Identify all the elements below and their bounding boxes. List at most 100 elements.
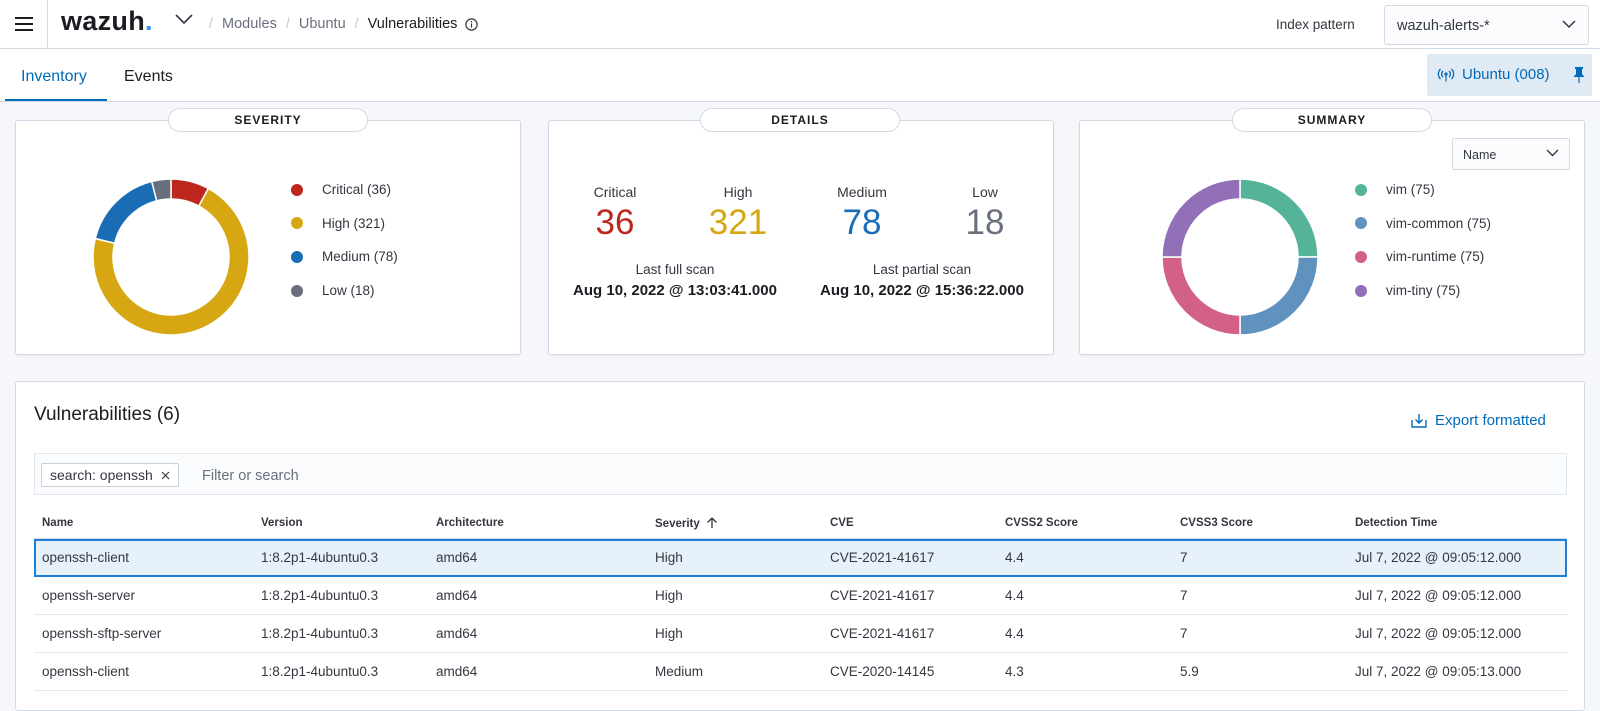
cell-name: openssh-client [34,538,253,577]
filter-search-input[interactable] [200,462,804,490]
filter-pill-label: search: openssh [50,467,153,483]
filter-pill[interactable]: search: openssh [41,463,179,487]
legend-swatch [291,284,303,297]
cell-cve: CVE-2020-14145 [822,652,997,691]
chevron-down-icon[interactable] [175,14,193,25]
legend-item-vim-common[interactable]: vim-common (75) [1355,207,1491,241]
donut-slice-vim-tiny[interactable] [1161,178,1241,258]
legend-item-critical[interactable]: Critical (36) [291,173,398,207]
legend-label: vim-tiny (75) [1386,283,1461,299]
cell-architecture: amd64 [428,652,647,691]
tab-inventory[interactable]: Inventory [21,68,87,86]
chevron-down-icon [1546,149,1559,157]
cell-cve: CVE-2021-41617 [822,576,997,615]
summary-legend: vim (75) vim-common (75) vim-runtime (75) v… [1355,173,1491,307]
details-critical: Critical 36 [560,184,670,243]
cell-cvss2-score: 4.4 [997,614,1172,653]
column-header-label: CVE [830,517,854,529]
last-full-scan: Last full scan Aug 10, 2022 @ 13:03:41.0… [560,262,790,299]
info-icon[interactable] [465,17,479,31]
cell-version: 1:8.2p1-4ubuntu0.3 [253,614,428,653]
column-header-detection-time[interactable]: Detection Time [1347,508,1567,539]
legend-item-high[interactable]: High (321) [291,207,398,241]
summary-field-select[interactable]: Name [1452,138,1570,170]
cell-architecture: amd64 [428,614,647,653]
vulnerabilities-panel: Vulnerabilities (6) Export formatted sea… [15,381,1585,711]
column-header-label: CVSS3 Score [1180,517,1253,529]
cell-cvss3-score: 7 [1172,614,1347,653]
column-header-cvss3-score[interactable]: CVSS3 Score [1172,508,1347,539]
cell-cve: CVE-2021-41617 [822,614,997,653]
menu-toggle-button[interactable] [0,0,48,48]
column-header-version[interactable]: Version [253,508,428,539]
cell-name: openssh-server [34,576,253,615]
cell-severity: Medium [647,652,822,691]
legend-item-vim-tiny[interactable]: vim-tiny (75) [1355,274,1491,308]
medium-label: Medium [837,184,887,200]
details-panel: Critical 36 High 321 Medium 78 Low 18 La… [548,120,1054,355]
last-full-scan-label: Last full scan [635,262,715,277]
agent-label: Ubuntu (008) [1462,66,1550,83]
medium-count: 78 [842,203,882,242]
legend-item-vim-runtime[interactable]: vim-runtime (75) [1355,240,1491,274]
sort-ascending-icon[interactable] [706,516,718,529]
agent-button[interactable]: Ubuntu (008) [1427,54,1592,96]
cell-detection-time: Jul 7, 2022 @ 09:05:13.000 [1347,652,1567,691]
tab-events[interactable]: Events [124,68,173,86]
summary-donut-chart [1161,178,1319,336]
column-header-label: Severity [655,517,700,530]
breadcrumb-modules[interactable]: Modules [222,16,277,32]
low-label: Low [972,184,998,200]
donut-slice-vim[interactable] [1239,178,1319,258]
column-header-label: Detection Time [1355,517,1438,529]
search-bar: search: openssh [34,453,1567,495]
severity-panel: Critical (36) High (321) Medium (78) Low (1… [15,120,521,355]
donut-slice-vim-common[interactable] [1239,256,1319,336]
column-header-label: CVSS2 Score [1005,517,1078,529]
column-header-label: Version [261,517,303,529]
column-header-label: Name [42,517,74,529]
column-header-architecture[interactable]: Architecture [428,508,647,539]
legend-item-vim[interactable]: vim (75) [1355,173,1491,207]
severity-panel-title: SEVERITY [168,108,368,132]
severity-legend: Critical (36) High (321) Medium (78) Low (1… [291,173,398,307]
low-count: 18 [965,203,1005,242]
breadcrumb-separator: / [209,16,214,32]
table-row[interactable]: openssh-client 1:8.2p1-4ubuntu0.3 amd64 Hig… [34,538,1567,577]
legend-item-low[interactable]: Low (18) [291,274,398,308]
cell-cvss2-score: 4.4 [997,538,1172,577]
vulnerabilities-table: Name Version Architecture Severity CVE CVSS2 … [34,508,1567,691]
details-low: Low 18 [930,184,1040,243]
table-row[interactable]: openssh-sftp-server 1:8.2p1-4ubuntu0.3 amd… [34,614,1567,653]
details-panel-title: DETAILS [700,108,900,132]
donut-slice-vim-runtime[interactable] [1161,256,1241,336]
column-header-cve[interactable]: CVE [822,508,997,539]
column-header-cvss2-score[interactable]: CVSS2 Score [997,508,1172,539]
pin-icon[interactable] [1573,67,1585,83]
column-header-severity[interactable]: Severity [647,508,822,539]
summary-panel-title: SUMMARY [1232,108,1432,132]
legend-swatch [291,217,303,230]
logo-dot: . [145,6,153,36]
index-pattern-select[interactable]: wazuh-alerts-* [1384,5,1589,45]
wazuh-logo[interactable]: wazuh. [61,6,153,37]
active-tab-indicator [5,99,107,101]
breadcrumb-ubuntu[interactable]: Ubuntu [299,16,346,32]
last-partial-scan-value: Aug 10, 2022 @ 15:36:22.000 [820,282,1024,299]
close-icon[interactable] [161,471,170,480]
table-row[interactable]: openssh-client 1:8.2p1-4ubuntu0.3 amd64 Med… [34,652,1567,691]
legend-item-medium[interactable]: Medium (78) [291,240,398,274]
legend-label: High (321) [322,215,386,231]
cell-severity: High [647,576,822,615]
cell-severity: High [647,538,822,577]
table-row[interactable]: openssh-server 1:8.2p1-4ubuntu0.3 amd64 Hig… [34,576,1567,615]
legend-label: vim-common (75) [1386,215,1492,231]
cell-severity: High [647,614,822,653]
details-medium: Medium 78 [807,184,917,243]
legend-swatch [291,183,303,196]
export-formatted-button[interactable]: Export formatted [1411,412,1546,429]
column-header-name[interactable]: Name [34,508,253,539]
donut-slice-medium[interactable] [94,180,158,245]
table-header-row: Name Version Architecture Severity CVE CVSS2 … [34,508,1567,539]
last-partial-scan: Last partial scan Aug 10, 2022 @ 15:36:2… [807,262,1037,299]
